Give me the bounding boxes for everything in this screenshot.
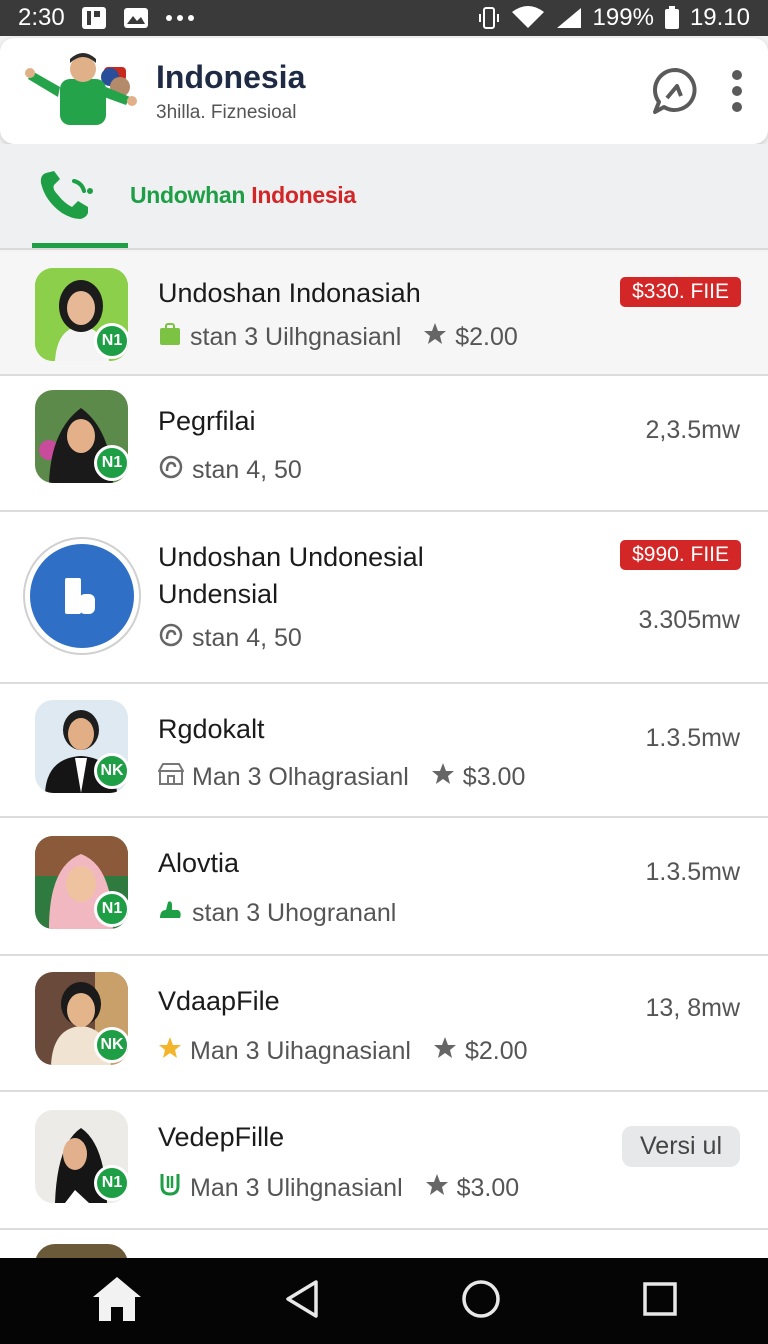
navigation-bar	[0, 1258, 768, 1344]
app-header: Indonesia 3hilla. Fiznesioal	[0, 38, 768, 144]
item-title: VdaapFile	[158, 986, 280, 1016]
star-icon	[423, 322, 447, 353]
image-icon	[123, 7, 149, 29]
item-title: Undoshan Undonesial	[158, 542, 424, 572]
item-meta: Man 3 Uihagnasianl $2.00	[158, 1036, 528, 1067]
green-u-icon	[158, 1172, 182, 1205]
item-rating: $3.00	[456, 1174, 520, 1202]
item-size: 1.3.5mw	[645, 858, 740, 886]
green-bag-icon	[158, 322, 182, 353]
app-logo	[24, 51, 142, 131]
star-icon	[433, 1036, 457, 1067]
item-title: Pegrfilai	[158, 406, 256, 436]
item-title: Undoshan Indonasiah	[158, 278, 421, 308]
item-meta: stan 3 Uilhgnasianl $2.00	[158, 322, 518, 353]
item-size: 3.305mw	[638, 606, 740, 634]
tab-indicator	[32, 243, 128, 248]
item-size: 13, 8mw	[645, 994, 740, 1022]
more-notifications-icon	[165, 14, 195, 22]
avatar: N1	[35, 836, 128, 929]
tab-label-red: Indonesia	[251, 182, 356, 208]
app-subtitle: 3hilla. Fiznesioal	[156, 101, 297, 123]
battery-percent: 199%	[592, 4, 654, 31]
item-rating: $3.00	[462, 763, 526, 791]
item-meta: Man 3 Ulihgnasianl $3.00	[158, 1172, 519, 1205]
vibrate-icon	[477, 6, 501, 30]
item-meta-text: Man 3 Ulihgnasianl	[190, 1174, 403, 1202]
item-meta: stan 4, 50	[158, 454, 302, 487]
back-icon[interactable]	[284, 1279, 320, 1324]
item-size: 2,3.5mw	[645, 416, 740, 444]
list-item[interactable]: NK VdaapFile Man 3 Uihagnasianl $2.00 13…	[0, 956, 768, 1092]
signal-icon	[555, 6, 583, 30]
item-title-line2: Undensial	[158, 579, 279, 609]
avatar-badge: N1	[94, 1165, 128, 1201]
avatar-badge: N1	[94, 445, 128, 481]
item-title: VedepFille	[158, 1122, 285, 1152]
item-rating: $2.00	[455, 323, 518, 351]
more-vert-icon[interactable]	[730, 69, 744, 113]
item-meta-text: Man 3 Olhagrasianl	[192, 763, 409, 791]
avatar: N1	[35, 1110, 128, 1203]
version-badge[interactable]: Versi ul	[622, 1126, 740, 1167]
battery-icon	[664, 6, 680, 30]
recents-home-circle-icon[interactable]	[461, 1279, 501, 1324]
tab-bar: Undowhan Indonesia	[0, 144, 768, 250]
avatar-badge: N1	[94, 323, 128, 359]
status-bar: 2:30 199% 19.10	[0, 0, 768, 36]
home-icon[interactable]	[91, 1275, 143, 1328]
tab-label-green: Undowhan	[130, 182, 246, 208]
status-clock: 19.10	[689, 4, 750, 31]
list-item[interactable]: N1 Pegrfilai stan 4, 50 2,3.5mw	[0, 376, 768, 512]
app-title: Indonesia	[156, 58, 306, 95]
green-hand-icon	[158, 898, 184, 929]
item-meta: stan 3 Uhogrananl	[158, 898, 396, 929]
item-meta: Man 3 Olhagrasianl $3.00	[157, 762, 526, 793]
star-icon	[425, 1173, 449, 1204]
store-icon	[157, 762, 185, 793]
item-title: Alovtia	[158, 848, 240, 878]
hanger-icon	[158, 454, 184, 487]
tab-label[interactable]: Undowhan Indonesia	[130, 182, 356, 209]
list-item-partial	[0, 1230, 768, 1264]
overview-square-icon[interactable]	[642, 1281, 678, 1322]
phone-icon	[36, 167, 98, 225]
avatar: NK	[35, 972, 128, 1065]
sim-icon	[81, 6, 107, 30]
item-rating: $2.00	[464, 1037, 528, 1065]
avatar-badge: N1	[94, 891, 128, 927]
list-item[interactable]: N1 Alovtia stan 3 Uhogrananl 1.3.5mw	[0, 818, 768, 956]
item-meta-text: Man 3 Uihagnasianl	[190, 1037, 411, 1065]
chat-icon[interactable]	[650, 66, 700, 116]
list-item[interactable]: N1 VedepFille Man 3 Ulihgnasianl $3.00 V…	[0, 1092, 768, 1230]
listing-list: N1 Undoshan Indonasiah stan 3 Uilhgnasia…	[0, 252, 768, 1230]
avatar: N1	[35, 390, 128, 483]
price-badge: $330. FIIE	[620, 277, 741, 307]
list-item[interactable]: N1 Undoshan Indonasiah stan 3 Uilhgnasia…	[0, 252, 768, 376]
star-icon	[431, 762, 455, 793]
wifi-icon	[511, 6, 545, 30]
item-meta-text: stan 4, 50	[192, 456, 302, 484]
item-size: 1.3.5mw	[645, 724, 740, 752]
item-meta-text: stan 4, 50	[192, 624, 302, 652]
list-item[interactable]: Undoshan Undonesial Undensial stan 4, 50…	[0, 512, 768, 684]
status-time: 2:30	[18, 4, 65, 31]
avatar: NK	[35, 700, 128, 793]
list-item[interactable]: NK Rgdokalt Man 3 Olhagrasianl $3.00 1.3…	[0, 684, 768, 818]
yellow-star-icon	[158, 1036, 182, 1067]
item-meta-text: stan 3 Uilhgnasianl	[190, 323, 402, 351]
item-title: Rgdokalt	[158, 714, 265, 744]
app-icon-avatar	[23, 532, 141, 660]
tab-calls[interactable]	[30, 144, 98, 248]
avatar-badge: NK	[94, 753, 128, 789]
item-meta-text: stan 3 Uhogrananl	[192, 899, 397, 927]
item-meta: stan 4, 50	[158, 622, 302, 655]
price-badge: $990. FIIE	[620, 540, 741, 570]
avatar: N1	[35, 268, 128, 361]
hanger-icon	[158, 622, 184, 655]
avatar-badge: NK	[94, 1027, 128, 1063]
